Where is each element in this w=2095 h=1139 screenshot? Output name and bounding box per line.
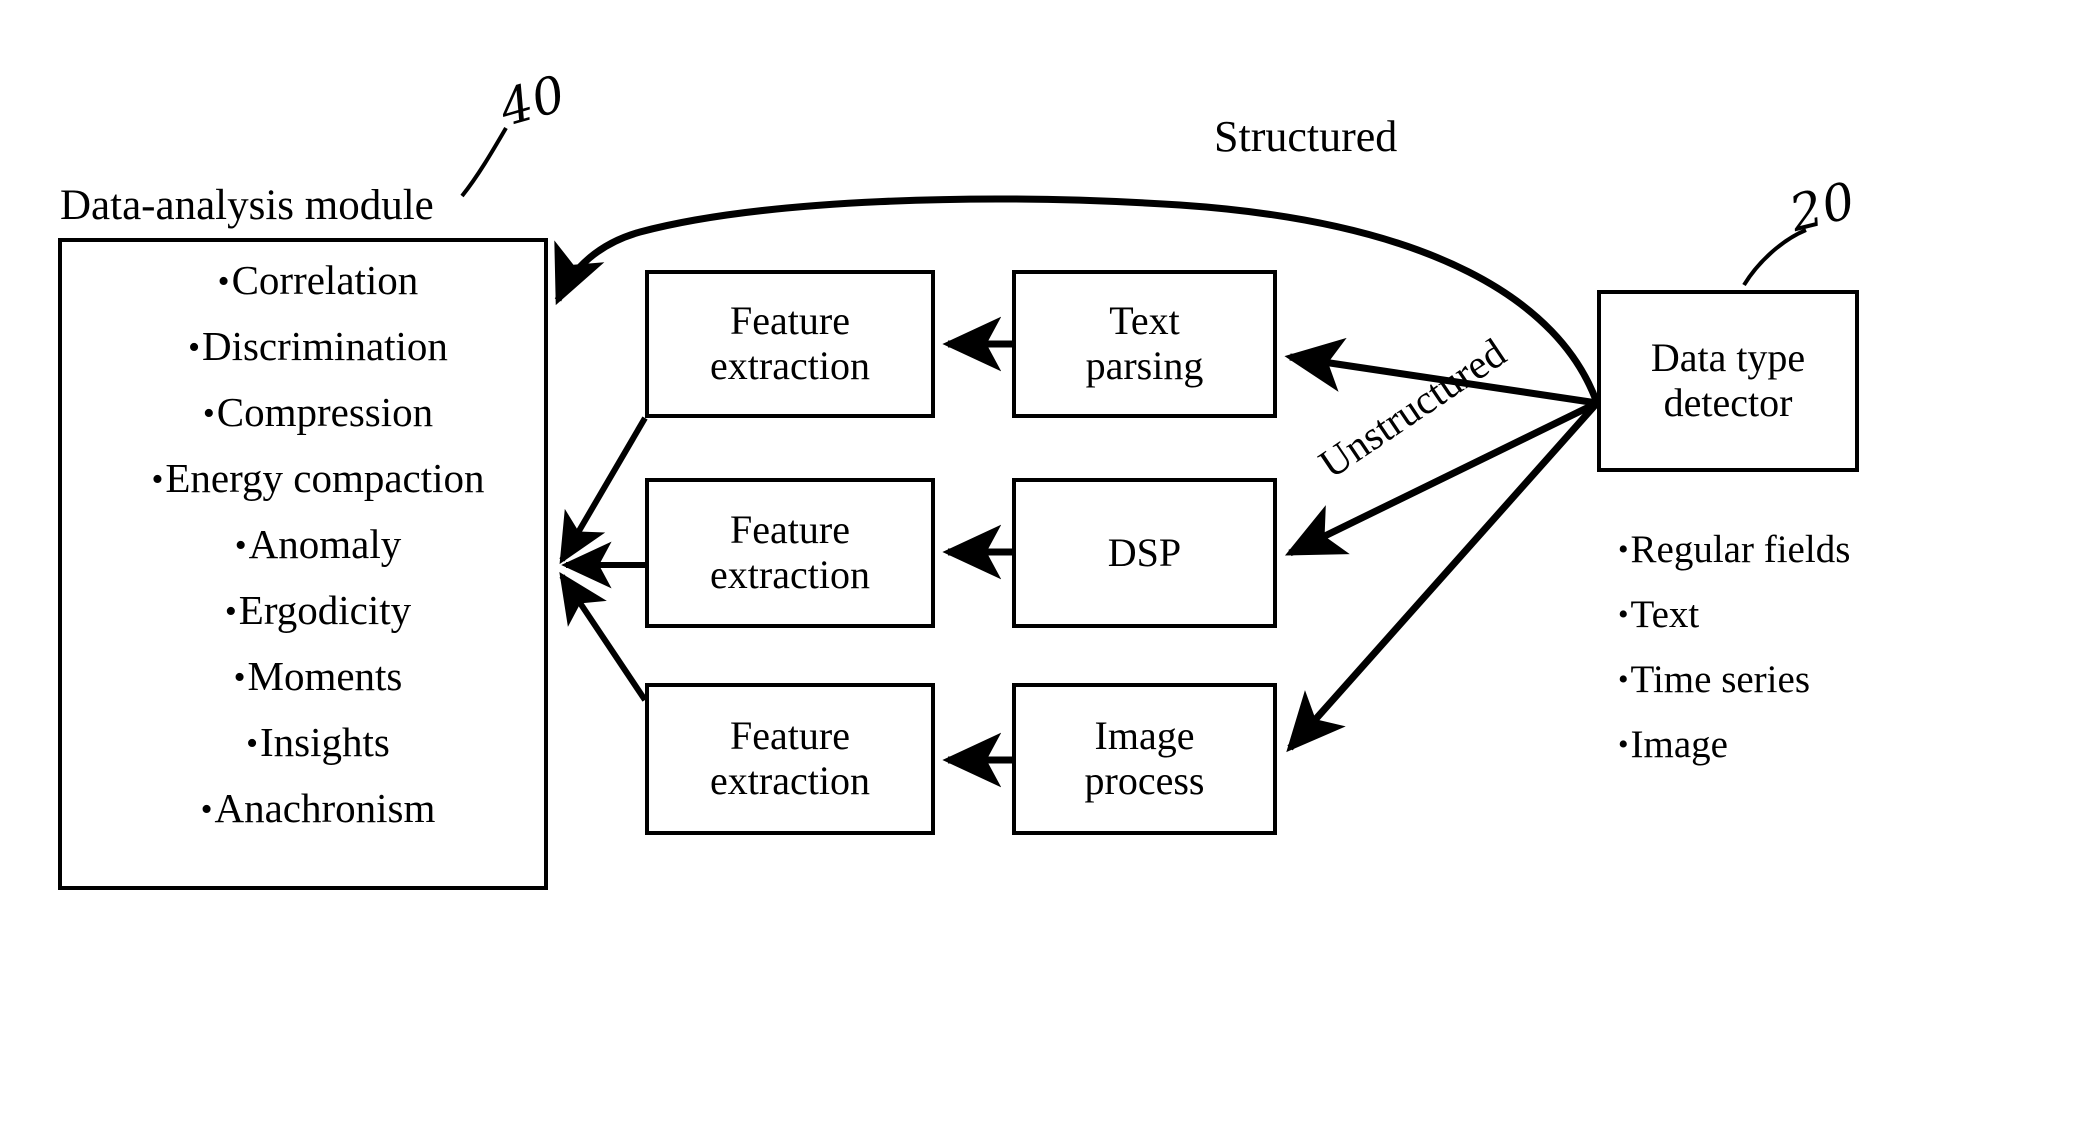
- list-item: Time series: [1618, 660, 1850, 699]
- list-item: Anomaly: [92, 524, 544, 565]
- reference-numeral-20: 20: [1783, 170, 1862, 244]
- edge-fe3-to-module: [559, 572, 648, 702]
- list-item: Moments: [92, 656, 544, 697]
- list-item: Text: [1618, 595, 1850, 634]
- box-label-line1: Feature: [730, 507, 850, 553]
- list-item: Energy compaction: [92, 458, 544, 499]
- feature-extraction-box-image[interactable]: Feature extraction: [645, 683, 935, 835]
- box-label-line1: Feature: [730, 298, 850, 344]
- data-analysis-module-title: Data-analysis module: [60, 182, 434, 229]
- box-label-line1: Data type: [1650, 335, 1806, 381]
- data-type-detector-box[interactable]: Data type detector: [1597, 290, 1859, 472]
- dsp-box[interactable]: DSP: [1012, 478, 1277, 628]
- box-label-line2: detector: [1663, 380, 1793, 425]
- list-item: Correlation: [92, 260, 544, 301]
- list-item: Regular fields: [1618, 530, 1851, 569]
- list-item: Discrimination: [92, 326, 544, 367]
- data-analysis-module-box[interactable]: Correlation Discrimination Compression E…: [58, 238, 548, 890]
- data-analysis-capability-list: Correlation Discrimination Compression E…: [62, 260, 544, 829]
- box-label-line2: extraction: [710, 758, 870, 803]
- list-item: Image: [1618, 725, 1850, 764]
- box-label-line2: process: [1084, 758, 1205, 803]
- edge-label-structured: Structured: [1214, 112, 1398, 161]
- list-item: Insights: [92, 722, 544, 763]
- patent-figure-canvas: Data-analysis module Correlation Discrim…: [0, 0, 2095, 1139]
- feature-extraction-box-dsp[interactable]: Feature extraction: [645, 478, 935, 628]
- list-item: Anachronism: [92, 788, 544, 829]
- box-label-line1: DSP: [1107, 529, 1182, 575]
- edge-fe1-to-module: [559, 416, 648, 565]
- edge-label-unstructured: Unstructured: [1310, 329, 1514, 487]
- list-item: Compression: [92, 392, 544, 433]
- leader-ref-40: [460, 126, 508, 198]
- box-label-line1: Text: [1109, 298, 1180, 344]
- box-label-line2: extraction: [710, 343, 870, 388]
- reference-numeral-40: 40: [493, 64, 573, 138]
- box-label-line2: parsing: [1085, 343, 1204, 388]
- box-label-line1: Feature: [730, 713, 850, 759]
- data-type-list: Regular fields Text Time series Image: [1618, 530, 1851, 790]
- box-label-line2: extraction: [710, 552, 870, 597]
- text-parsing-box[interactable]: Text parsing: [1012, 270, 1277, 418]
- box-label-line1: Image: [1094, 713, 1195, 759]
- image-process-box[interactable]: Image process: [1012, 683, 1277, 835]
- list-item: Ergodicity: [92, 590, 544, 631]
- feature-extraction-box-text[interactable]: Feature extraction: [645, 270, 935, 418]
